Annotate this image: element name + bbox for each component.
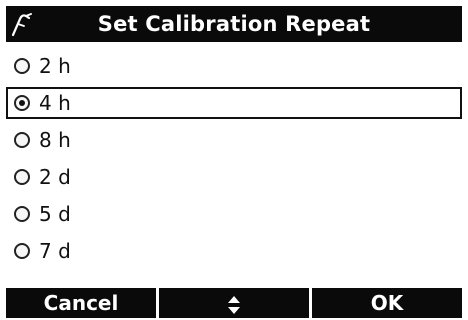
screen: Set Calibration Repeat 2 h 4 h 8 h 2 d 5… — [0, 0, 468, 320]
option-label: 7 d — [39, 239, 71, 263]
option-8h[interactable]: 8 h — [6, 124, 462, 156]
radio-button-icon[interactable] — [14, 169, 30, 185]
radio-button-icon[interactable] — [14, 58, 30, 74]
radio-button-icon[interactable] — [14, 132, 30, 148]
option-label: 2 h — [39, 54, 71, 78]
option-2d[interactable]: 2 d — [6, 161, 462, 193]
repeat-options-list: 2 h 4 h 8 h 2 d 5 d 7 d — [6, 50, 462, 272]
softkey-bar: Cancel OK — [6, 288, 462, 318]
option-4h[interactable]: 4 h — [6, 87, 462, 119]
up-down-navigation-button[interactable] — [159, 288, 309, 318]
option-label: 4 h — [39, 91, 71, 115]
radio-button-icon[interactable] — [14, 243, 30, 259]
radio-button-selected-icon[interactable] — [14, 95, 30, 111]
option-2h[interactable]: 2 h — [6, 50, 462, 82]
up-down-arrows-icon — [228, 295, 240, 314]
option-label: 8 h — [39, 128, 71, 152]
option-7d[interactable]: 7 d — [6, 235, 462, 267]
option-label: 5 d — [39, 202, 71, 226]
title-bar: Set Calibration Repeat — [6, 6, 462, 42]
cancel-button[interactable]: Cancel — [6, 288, 156, 318]
option-5d[interactable]: 5 d — [6, 198, 462, 230]
page-title: Set Calibration Repeat — [97, 12, 371, 36]
ok-button[interactable]: OK — [312, 288, 462, 318]
option-label: 2 d — [39, 165, 71, 189]
radio-button-icon[interactable] — [14, 206, 30, 222]
